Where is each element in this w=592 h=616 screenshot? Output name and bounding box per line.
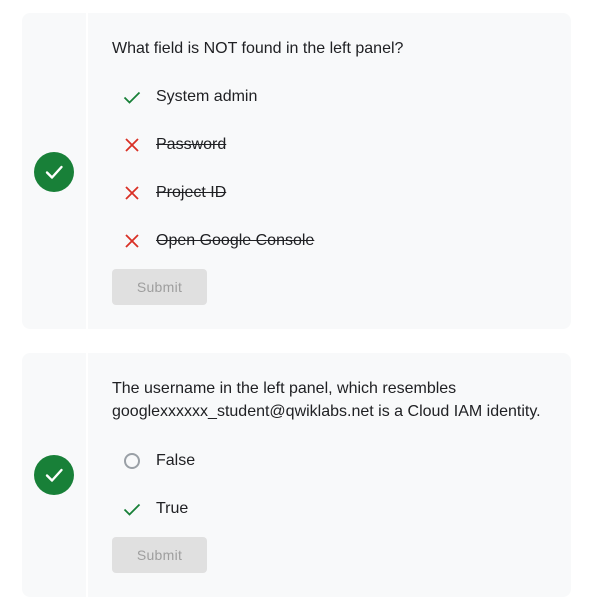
question-card-2: The username in the left panel, which re… [22,353,571,597]
submit-button[interactable]: Submit [112,537,207,573]
correct-status-icon [34,152,74,192]
check-icon [122,499,142,519]
option-false[interactable]: False [112,449,195,473]
status-column [22,13,88,329]
option-label: True [156,500,189,517]
x-icon [122,135,142,155]
submit-button[interactable]: Submit [112,269,207,305]
option-project-id[interactable]: Project ID [112,181,226,205]
x-icon [122,231,142,251]
radio-icon[interactable] [122,451,142,471]
question-text: The username in the left panel, which re… [112,380,541,420]
question-text: What field is NOT found in the left pane… [112,40,404,57]
check-icon [122,87,142,107]
status-column [22,353,88,597]
option-open-google-console[interactable]: Open Google Console [112,229,314,253]
question-card-1: What field is NOT found in the left pane… [22,13,571,329]
option-password[interactable]: Password [112,133,226,157]
option-label: Password [156,136,227,153]
option-label: Project ID [156,184,227,201]
option-true[interactable]: True [112,497,188,521]
option-system-admin[interactable]: System admin [112,85,257,109]
option-label: False [156,452,196,469]
x-icon [122,183,142,203]
correct-status-icon [34,455,74,495]
option-label: Open Google Console [156,232,315,249]
option-label: System admin [156,88,258,105]
